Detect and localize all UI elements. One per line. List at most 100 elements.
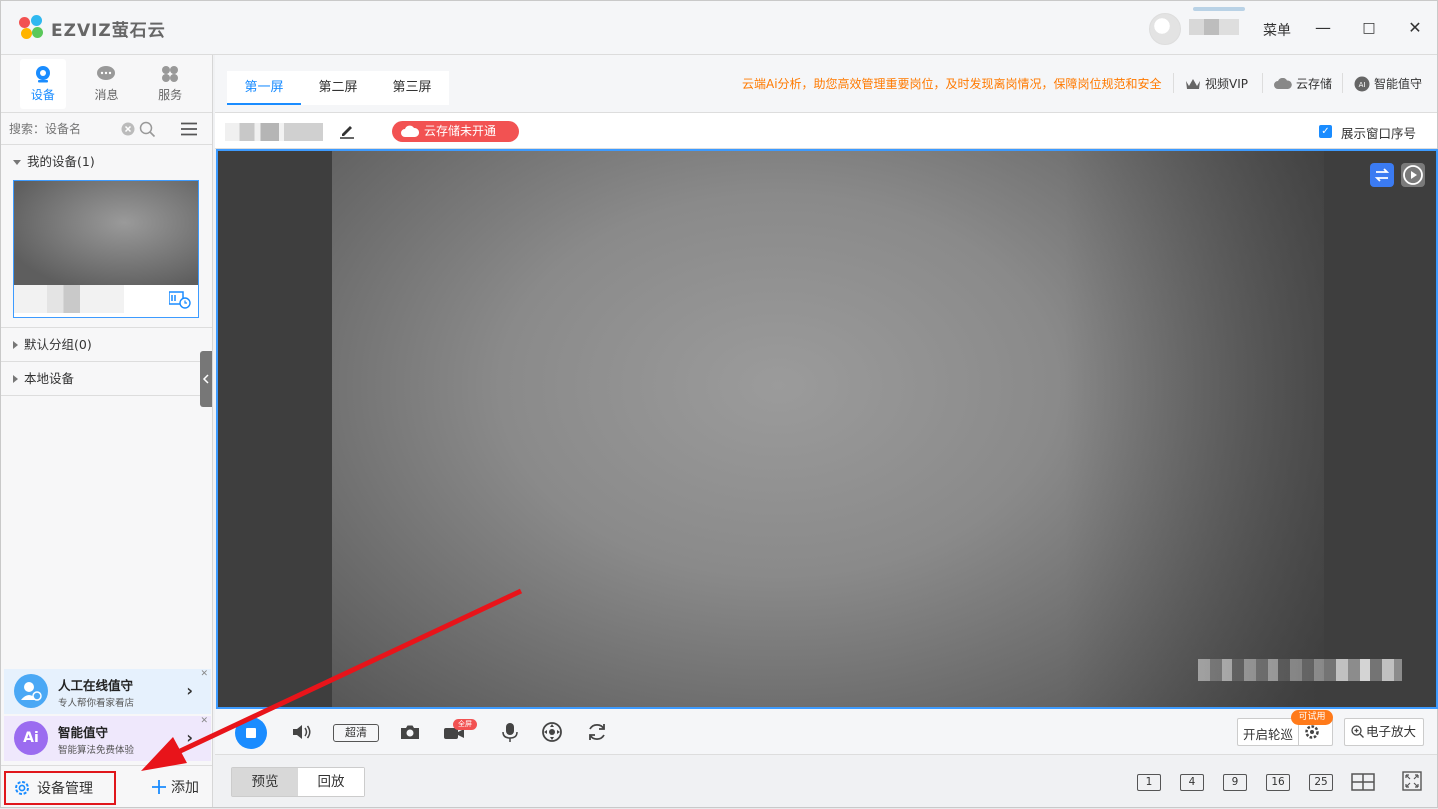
device-manage-button[interactable]: 设备管理 — [4, 771, 116, 805]
group-default[interactable]: 默认分组(0) — [1, 330, 201, 360]
tab-screen-3[interactable]: 第三屏 — [375, 71, 449, 105]
chevron-right-icon: › — [186, 681, 193, 700]
expand-right-icon — [13, 375, 18, 383]
sidebar-collapse-handle[interactable] — [200, 351, 212, 407]
title-bar: EZVIZ萤石云 菜单 — □ ✕ — [1, 1, 1437, 55]
tab-devices[interactable]: 设备 — [19, 59, 66, 109]
fullscreen-badge: 全屏 — [453, 719, 477, 730]
username-blurred[interactable] — [1189, 19, 1239, 35]
expand-down-icon — [13, 159, 21, 165]
cloud-storage-link[interactable]: 云存储 — [1274, 75, 1332, 92]
ai-guard-link[interactable]: AI 智能值守 — [1354, 75, 1422, 92]
quality-button[interactable]: 超清 — [333, 724, 379, 742]
mode-playback[interactable]: 回放 — [298, 768, 364, 796]
fullscreen-icon[interactable] — [1402, 771, 1422, 791]
close-button[interactable]: ✕ — [1403, 16, 1427, 40]
avatar[interactable] — [1149, 13, 1181, 45]
divider — [1, 395, 212, 396]
vip-link[interactable]: 视频VIP — [1185, 75, 1248, 92]
layout-16-button[interactable]: 16 — [1266, 774, 1290, 791]
crown-icon — [1186, 78, 1200, 89]
tab-screen-1[interactable]: 第一屏 — [227, 71, 301, 105]
mode-preview[interactable]: 预览 — [232, 768, 298, 796]
layout-9-button[interactable]: 9 — [1223, 774, 1247, 791]
list-menu-icon[interactable] — [181, 122, 197, 136]
patrol-label: 开启轮巡 — [1243, 727, 1294, 742]
gear-icon — [15, 781, 29, 795]
logo-text: EZVIZ萤石云 — [51, 20, 166, 41]
playback-controls: 超清 全屏 开启轮巡 可试用 电子放大 — [215, 709, 1437, 755]
close-promo-icon[interactable]: ✕ — [200, 716, 208, 726]
add-device-label: 添加 — [171, 780, 199, 796]
device-info-bar: 云存储未开通 ✓ 展示窗口序号 — [215, 113, 1437, 149]
promo-ai-guard[interactable]: Ai 智能值守 智能算法免费体验 › ✕ — [4, 716, 211, 761]
promo-manual-guard[interactable]: 人工在线值守 专人帮你看家看店 › ✕ — [4, 669, 211, 714]
ezviz-logo-icon — [19, 15, 45, 41]
video-window[interactable] — [216, 149, 1438, 709]
tab-messages-label: 消息 — [94, 88, 119, 102]
device-card[interactable] — [13, 180, 199, 318]
switch-stream-icon[interactable] — [1370, 163, 1394, 187]
divider — [1, 327, 212, 328]
device-thumbnail[interactable] — [14, 181, 198, 285]
zoom-in-icon — [1351, 725, 1364, 738]
tab-messages[interactable]: 消息 — [83, 59, 129, 109]
microphone-icon[interactable] — [499, 721, 521, 743]
digital-zoom-button[interactable]: 电子放大 — [1344, 718, 1424, 746]
add-device-button[interactable]: 添加 — [151, 777, 199, 797]
search-icon[interactable] — [139, 121, 156, 138]
clear-icon[interactable] — [121, 122, 135, 136]
ptz-control-icon[interactable] — [541, 721, 563, 743]
play-circle-icon[interactable] — [1401, 163, 1425, 187]
show-window-index-checkbox[interactable]: ✓ — [1319, 125, 1332, 138]
settings-gear-icon[interactable] — [1304, 724, 1320, 740]
sidebar-tabs: 设备 消息 服务 — [1, 55, 212, 113]
ai-promo-link[interactable]: 云端Ai分析，助您高效管理重要岗位，及时发现离岗情况，保障岗位规范和安全 — [742, 75, 1162, 92]
snapshot-camera-icon[interactable] — [399, 721, 421, 743]
camera-icon — [35, 66, 50, 83]
promo-ai-subtitle: 智能算法免费体验 — [58, 745, 135, 756]
menu-button[interactable]: 菜单 — [1263, 20, 1291, 40]
screen-tabs: 第一屏 第二屏 第三屏 — [227, 71, 449, 105]
stop-button[interactable] — [235, 717, 267, 749]
tab-screen-2[interactable]: 第二屏 — [301, 71, 375, 105]
mode-switch: 预览 回放 — [231, 767, 365, 797]
footer-bar: 预览 回放 1 4 9 16 25 — [215, 755, 1437, 807]
group-local-label: 本地设备 — [24, 371, 75, 386]
expand-right-icon — [13, 341, 18, 349]
promo-manual-subtitle: 专人帮你看家看店 — [58, 698, 135, 709]
group-my-devices-label: 我的设备(1) — [27, 154, 95, 169]
minimize-button[interactable]: — — [1311, 16, 1335, 40]
playback-record-icon[interactable] — [169, 291, 191, 309]
trial-badge: 可试用 — [1291, 710, 1333, 725]
ai-icon: Ai — [14, 721, 48, 755]
chevron-left-icon — [202, 374, 209, 384]
close-promo-icon[interactable]: ✕ — [200, 669, 208, 679]
group-local[interactable]: 本地设备 — [1, 364, 201, 394]
group-default-label: 默认分组(0) — [24, 337, 92, 352]
logo: EZVIZ萤石云 — [19, 15, 166, 41]
refresh-icon[interactable] — [586, 721, 608, 743]
cloud-storage-badge[interactable]: 云存储未开通 — [392, 121, 519, 142]
maximize-button[interactable]: □ — [1357, 16, 1381, 40]
group-my-devices[interactable]: 我的设备(1) — [1, 147, 212, 177]
chevron-right-icon: › — [186, 728, 193, 747]
camera-name-blurred — [225, 123, 323, 141]
layout-1-button[interactable]: 1 — [1137, 774, 1161, 791]
tab-services[interactable]: 服务 — [147, 59, 193, 109]
promo-manual-title: 人工在线值守 — [58, 678, 134, 693]
custom-layout-icon[interactable] — [1351, 773, 1375, 791]
edit-pencil-icon[interactable] — [339, 123, 355, 139]
layout-4-button[interactable]: 4 — [1180, 774, 1204, 791]
search-input[interactable] — [9, 118, 159, 140]
promo-ai-title: 智能值守 — [58, 725, 109, 740]
timestamp-blurred — [1198, 659, 1402, 681]
screen-tabs-bar: 第一屏 第二屏 第三屏 云端Ai分析，助您高效管理重要岗位，及时发现离岗情况，保… — [215, 55, 1437, 113]
video-stream[interactable] — [332, 151, 1402, 707]
volume-icon[interactable] — [291, 721, 313, 743]
vip-label: 视频VIP — [1205, 77, 1248, 91]
show-window-index-label: 展示窗口序号 — [1341, 126, 1417, 141]
layout-25-button[interactable]: 25 — [1309, 774, 1333, 791]
separator — [1173, 73, 1174, 93]
cloud-icon — [1274, 77, 1292, 89]
